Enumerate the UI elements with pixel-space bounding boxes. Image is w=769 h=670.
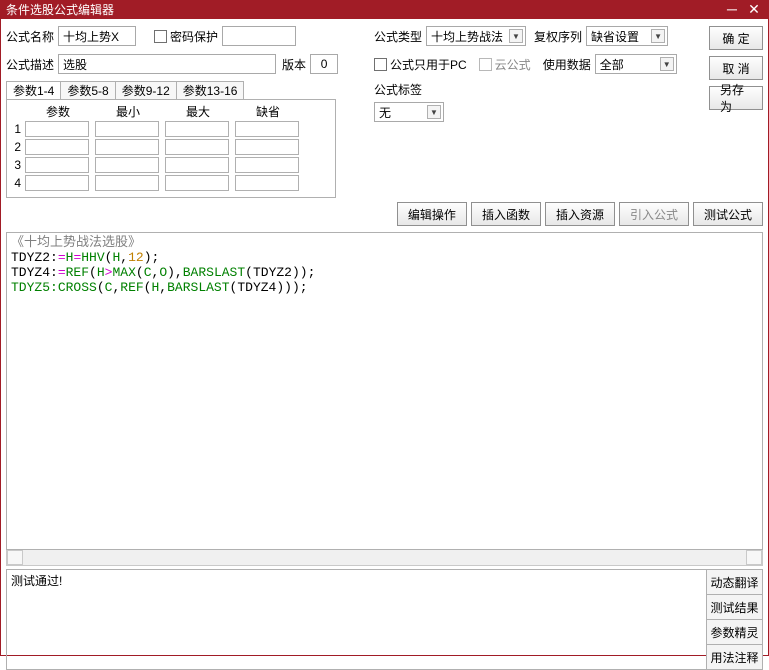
col-default: 缺省 bbox=[233, 102, 303, 121]
param-input[interactable] bbox=[25, 121, 89, 137]
test-message: 测试通过! bbox=[7, 570, 706, 669]
password-checkbox[interactable] bbox=[154, 30, 167, 43]
desc-label: 公式描述 bbox=[6, 56, 54, 73]
col-name: 参数 bbox=[23, 102, 93, 121]
close-icon[interactable]: ✕ bbox=[743, 0, 765, 19]
desc-input[interactable] bbox=[58, 54, 276, 74]
type-select[interactable]: 十均上势战法▼ bbox=[426, 26, 526, 46]
tab-usage-notes[interactable]: 用法注释 bbox=[707, 645, 762, 669]
param-tabs: 参数1-4 参数5-8 参数9-12 参数13-16 bbox=[6, 81, 366, 99]
password-input[interactable] bbox=[222, 26, 296, 46]
tag-select[interactable]: 无▼ bbox=[374, 102, 444, 122]
param-input[interactable] bbox=[235, 175, 299, 191]
param-input[interactable] bbox=[25, 157, 89, 173]
window-title: 条件选股公式编辑器 bbox=[6, 1, 721, 18]
version-label: 版本 bbox=[282, 56, 306, 73]
tab-params-9-12[interactable]: 参数9-12 bbox=[115, 81, 177, 99]
pconly-checkbox[interactable] bbox=[374, 58, 387, 71]
param-input[interactable] bbox=[95, 121, 159, 137]
col-max: 最大 bbox=[163, 102, 233, 121]
tab-params-13-16[interactable]: 参数13-16 bbox=[176, 81, 245, 99]
name-input[interactable] bbox=[58, 26, 136, 46]
chevron-down-icon: ▼ bbox=[660, 57, 674, 71]
minimize-icon[interactable]: ─ bbox=[721, 0, 743, 19]
param-input[interactable] bbox=[165, 139, 229, 155]
pconly-label: 公式只用于PC bbox=[390, 56, 467, 73]
param-input[interactable] bbox=[235, 121, 299, 137]
col-min: 最小 bbox=[93, 102, 163, 121]
horizontal-scrollbar[interactable] bbox=[6, 550, 763, 566]
cancel-button[interactable]: 取 消 bbox=[709, 56, 763, 80]
usedata-select[interactable]: 全部▼ bbox=[595, 54, 677, 74]
tab-params-1-4[interactable]: 参数1-4 bbox=[6, 81, 61, 99]
type-label: 公式类型 bbox=[374, 28, 422, 45]
param-input[interactable] bbox=[235, 139, 299, 155]
param-input[interactable] bbox=[25, 175, 89, 191]
param-input[interactable] bbox=[95, 139, 159, 155]
output-panel: 测试通过! 动态翻译 测试结果 参数精灵 用法注释 bbox=[6, 569, 763, 670]
name-label: 公式名称 bbox=[6, 28, 54, 45]
titlebar: 条件选股公式编辑器 ─ ✕ bbox=[0, 0, 769, 19]
chevron-down-icon: ▼ bbox=[509, 29, 523, 43]
code-editor[interactable]: 《十均上势战法选股》 TDYZ2:=H=HHV(H,12); TDYZ4:=RE… bbox=[6, 232, 763, 550]
param-input[interactable] bbox=[235, 157, 299, 173]
fq-label: 复权序列 bbox=[534, 28, 582, 45]
param-table: 参数 最小 最大 缺省 1 2 3 4 bbox=[6, 99, 336, 198]
tab-params-5-8[interactable]: 参数5-8 bbox=[60, 81, 115, 99]
tag-label: 公式标签 bbox=[374, 81, 422, 98]
fq-select[interactable]: 缺省设置▼ bbox=[586, 26, 668, 46]
test-button[interactable]: 测试公式 bbox=[693, 202, 763, 226]
chevron-down-icon: ▼ bbox=[651, 29, 665, 43]
import-button: 引入公式 bbox=[619, 202, 689, 226]
param-input[interactable] bbox=[95, 157, 159, 173]
insert-resource-button[interactable]: 插入资源 bbox=[545, 202, 615, 226]
version-input[interactable] bbox=[310, 54, 338, 74]
chevron-down-icon: ▼ bbox=[427, 105, 441, 119]
param-input[interactable] bbox=[165, 121, 229, 137]
param-input[interactable] bbox=[95, 175, 159, 191]
editop-button[interactable]: 编辑操作 bbox=[397, 202, 467, 226]
tab-dynamic-translate[interactable]: 动态翻译 bbox=[707, 570, 762, 595]
param-input[interactable] bbox=[165, 175, 229, 191]
password-label: 密码保护 bbox=[170, 28, 218, 45]
param-input[interactable] bbox=[165, 157, 229, 173]
saveas-button[interactable]: 另存为 bbox=[709, 86, 763, 110]
usedata-label: 使用数据 bbox=[543, 56, 591, 73]
ok-button[interactable]: 确 定 bbox=[709, 26, 763, 50]
cloud-label: 云公式 bbox=[495, 56, 531, 73]
cloud-checkbox bbox=[479, 58, 492, 71]
tab-param-wizard[interactable]: 参数精灵 bbox=[707, 620, 762, 645]
param-input[interactable] bbox=[25, 139, 89, 155]
tab-test-result[interactable]: 测试结果 bbox=[707, 595, 762, 620]
insert-function-button[interactable]: 插入函数 bbox=[471, 202, 541, 226]
